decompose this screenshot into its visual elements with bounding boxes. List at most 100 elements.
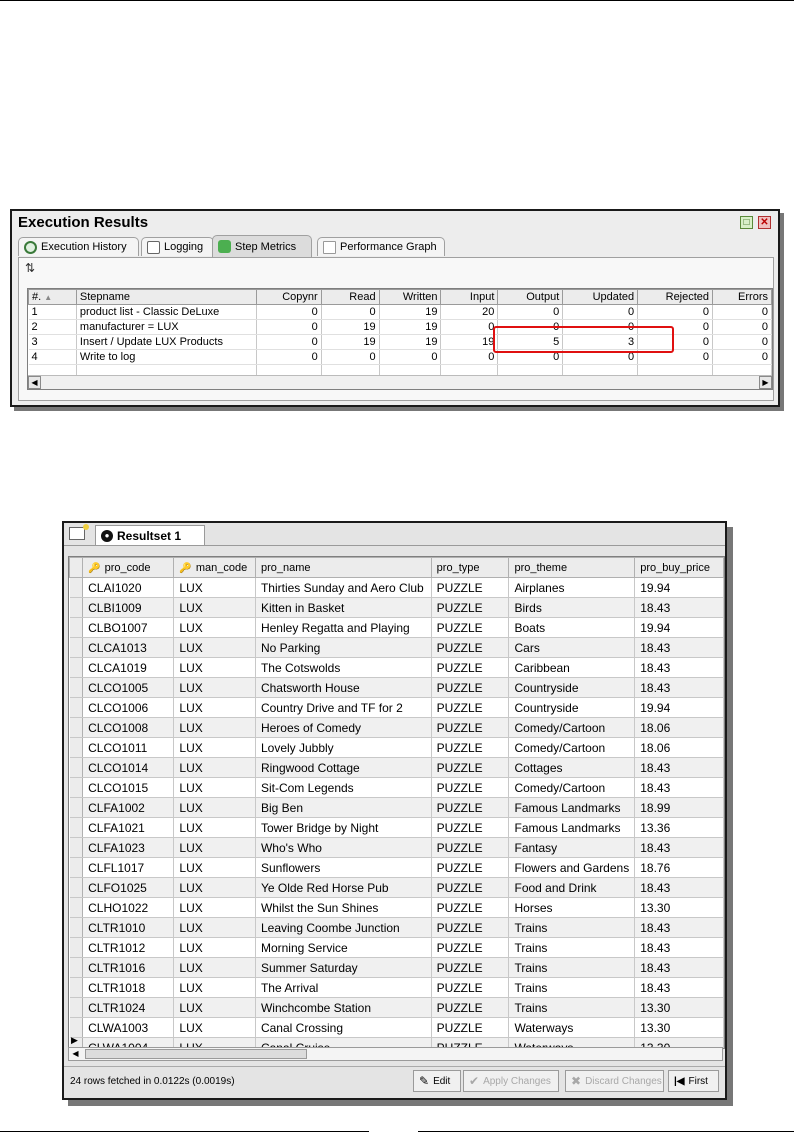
table-cell[interactable]: Horses xyxy=(508,897,636,918)
table-cell[interactable]: PUZZLE xyxy=(431,697,510,718)
column-header[interactable]: Written xyxy=(378,289,442,305)
table-cell[interactable]: LUX xyxy=(173,937,256,958)
table-cell[interactable]: PUZZLE xyxy=(431,637,510,658)
table-cell[interactable]: PUZZLE xyxy=(431,777,510,798)
table-cell[interactable]: CLFA1002 xyxy=(82,797,175,818)
table-row[interactable]: CLCO1005 LUX Chatsworth House PUZZLE Country… xyxy=(69,677,724,698)
table-row[interactable]: CLFL1017 LUX Sunflowers PUZZLE Flowers and G… xyxy=(69,857,724,878)
scroll-left-icon[interactable]: ◀ xyxy=(69,1048,82,1060)
table-cell[interactable]: Boats xyxy=(508,617,636,638)
table-cell[interactable]: 13.30 xyxy=(634,897,724,918)
table-cell[interactable]: Trains xyxy=(508,977,636,998)
table-cell[interactable]: LUX xyxy=(173,817,256,838)
column-header[interactable]: Errors xyxy=(712,289,772,305)
table-cell[interactable]: CLCA1013 xyxy=(82,637,175,658)
discard-changes-button[interactable]: ✖ Discard Changes xyxy=(565,1070,664,1092)
table-cell[interactable]: PUZZLE xyxy=(431,797,510,818)
tab-resultset-1[interactable]: ● Resultset 1 xyxy=(95,525,205,545)
table-cell[interactable]: 18.06 xyxy=(634,717,724,738)
table-cell[interactable]: 19.94 xyxy=(634,617,724,638)
table-cell[interactable]: Heroes of Comedy xyxy=(255,717,432,738)
table-cell[interactable]: PUZZLE xyxy=(431,897,510,918)
table-cell[interactable]: Whilst the Sun Shines xyxy=(255,897,432,918)
table-cell[interactable]: Chatsworth House xyxy=(255,677,432,698)
table-cell[interactable]: PUZZLE xyxy=(431,817,510,838)
table-cell[interactable]: Sit-Com Legends xyxy=(255,777,432,798)
table-cell[interactable]: CLTR1018 xyxy=(82,977,175,998)
row-gutter[interactable] xyxy=(69,917,84,938)
table-row[interactable]: CLBI1009 LUX Kitten in Basket PUZZLE Birds 18… xyxy=(69,597,724,618)
row-gutter[interactable] xyxy=(69,657,84,678)
table-row[interactable]: CLCO1011 LUX Lovely Jubbly PUZZLE Comedy/Car… xyxy=(69,737,724,758)
table-cell[interactable]: CLTR1012 xyxy=(82,937,175,958)
table-cell[interactable]: PUZZLE xyxy=(431,757,510,778)
row-gutter[interactable] xyxy=(69,817,84,838)
column-header[interactable]: pro_buy_price xyxy=(634,557,724,578)
table-cell[interactable]: CLFA1023 xyxy=(82,837,175,858)
table-cell[interactable]: 13.30 xyxy=(634,1017,724,1038)
table-row[interactable]: CLFO1025 LUX Ye Olde Red Horse Pub PUZZLE Fo… xyxy=(69,877,724,898)
table-row[interactable]: CLCA1019 LUX The Cotswolds PUZZLE Caribbean 1… xyxy=(69,657,724,678)
table-cell[interactable]: PUZZLE xyxy=(431,957,510,978)
table-cell[interactable]: Countryside xyxy=(508,677,636,698)
row-gutter[interactable] xyxy=(69,577,84,598)
table-cell[interactable]: Kitten in Basket xyxy=(255,597,432,618)
tab-execution-history[interactable]: Execution History xyxy=(18,237,139,256)
sort-icon[interactable]: ⇅ xyxy=(25,261,35,275)
column-header[interactable]: Stepname xyxy=(75,289,257,305)
table-row[interactable]: CLTR1024 LUX Winchcombe Station PUZZLE Train… xyxy=(69,997,724,1018)
table-cell[interactable]: PUZZLE xyxy=(431,677,510,698)
table-cell[interactable]: Sunflowers xyxy=(255,857,432,878)
row-gutter[interactable] xyxy=(69,677,84,698)
table-cell[interactable]: Ringwood Cottage xyxy=(255,757,432,778)
row-gutter[interactable] xyxy=(69,797,84,818)
table-cell[interactable]: Lovely Jubbly xyxy=(255,737,432,758)
table-cell[interactable]: PUZZLE xyxy=(431,877,510,898)
edit-button[interactable]: ✎ Edit xyxy=(413,1070,461,1092)
metrics-row[interactable]: 3 Insert / Update LUX Products 0 19 19 19 5 3 0 0 xyxy=(28,334,772,350)
table-cell[interactable]: Waterways xyxy=(508,1017,636,1038)
table-cell[interactable]: LUX xyxy=(173,797,256,818)
table-cell[interactable]: Tower Bridge by Night xyxy=(255,817,432,838)
table-cell[interactable]: CLFO1025 xyxy=(82,877,175,898)
table-cell[interactable]: Airplanes xyxy=(508,577,636,598)
table-cell[interactable]: CLAI1020 xyxy=(82,577,175,598)
column-header[interactable]: pro_theme xyxy=(508,557,636,578)
table-cell[interactable]: Henley Regatta and Playing xyxy=(255,617,432,638)
table-cell[interactable]: CLFL1017 xyxy=(82,857,175,878)
table-cell[interactable]: LUX xyxy=(173,837,256,858)
table-cell[interactable]: Morning Service xyxy=(255,937,432,958)
column-header[interactable]: Updated xyxy=(562,289,639,305)
table-cell[interactable]: PUZZLE xyxy=(431,977,510,998)
table-cell[interactable]: 18.43 xyxy=(634,977,724,998)
table-cell[interactable]: CLCA1019 xyxy=(82,657,175,678)
row-gutter[interactable] xyxy=(69,777,84,798)
table-row[interactable]: CLTR1018 LUX The Arrival PUZZLE Trains 18.43 xyxy=(69,977,724,998)
table-cell[interactable]: LUX xyxy=(173,677,256,698)
table-cell[interactable]: Comedy/Cartoon xyxy=(508,777,636,798)
row-gutter[interactable] xyxy=(69,857,84,878)
table-cell[interactable]: 18.43 xyxy=(634,757,724,778)
tab-step-metrics[interactable]: Step Metrics xyxy=(212,235,312,257)
row-gutter[interactable] xyxy=(69,597,84,618)
table-cell[interactable]: Comedy/Cartoon xyxy=(508,717,636,738)
row-gutter[interactable] xyxy=(69,697,84,718)
table-cell[interactable]: Birds xyxy=(508,597,636,618)
metrics-row[interactable]: 2 manufacturer = LUX 0 19 19 0 0 0 0 0 xyxy=(28,319,772,335)
table-cell[interactable]: LUX xyxy=(173,617,256,638)
table-cell[interactable]: 18.43 xyxy=(634,777,724,798)
table-cell[interactable]: Countryside xyxy=(508,697,636,718)
table-cell[interactable]: Food and Drink xyxy=(508,877,636,898)
new-tab-icon[interactable] xyxy=(69,524,89,540)
table-cell[interactable]: PUZZLE xyxy=(431,597,510,618)
table-cell[interactable]: CLCO1008 xyxy=(82,717,175,738)
table-row[interactable]: CLCO1014 LUX Ringwood Cottage PUZZLE Cottage… xyxy=(69,757,724,778)
column-header[interactable]: #. ▲ xyxy=(28,289,77,305)
row-gutter[interactable] xyxy=(69,757,84,778)
table-cell[interactable]: The Arrival xyxy=(255,977,432,998)
table-cell[interactable]: PUZZLE xyxy=(431,737,510,758)
maximize-button[interactable]: □ xyxy=(740,216,753,229)
table-cell[interactable]: CLCO1005 xyxy=(82,677,175,698)
column-header[interactable]: pro_name xyxy=(254,557,432,578)
close-button[interactable]: ✕ xyxy=(758,216,771,229)
